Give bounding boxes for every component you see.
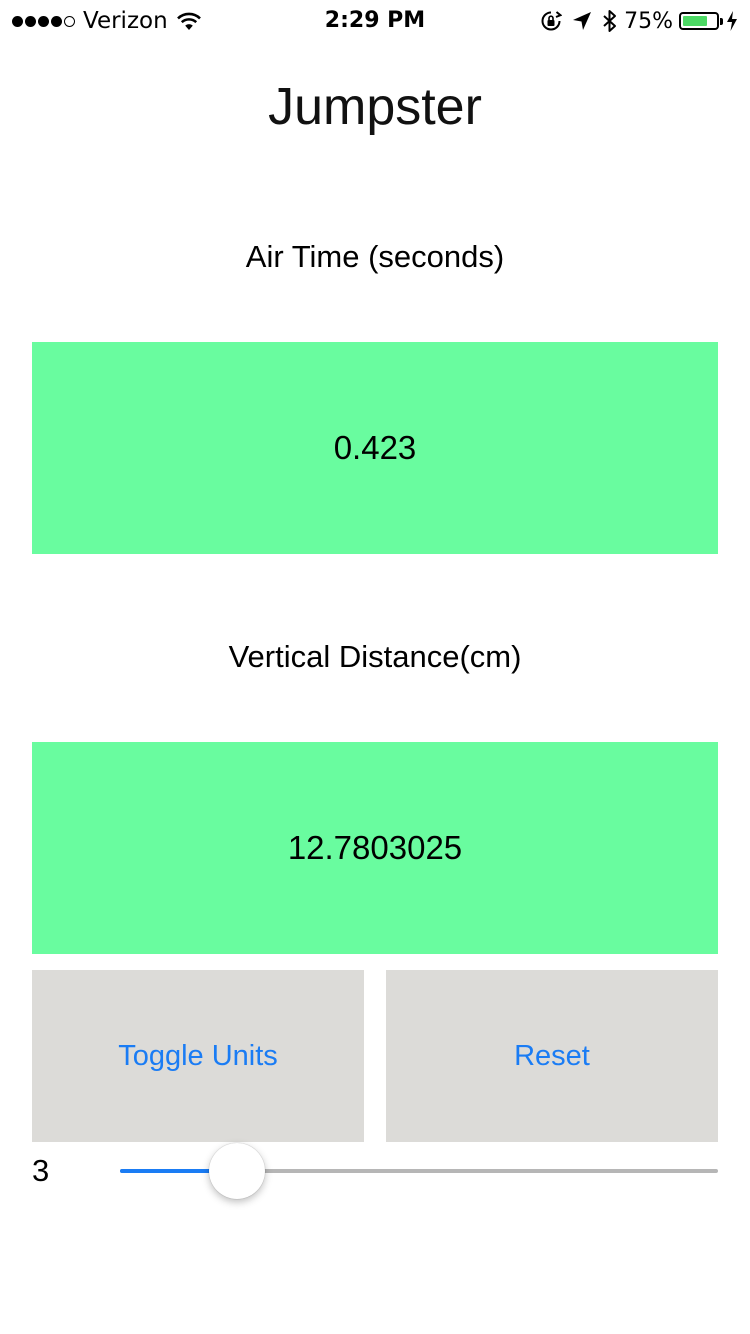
air-time-label: Air Time (seconds)	[245, 239, 505, 274]
air-time-value-box: 0.423	[32, 342, 718, 554]
reset-button-label: Reset	[514, 1039, 590, 1072]
reset-button[interactable]: Reset	[386, 970, 718, 1142]
sensitivity-slider[interactable]	[120, 1140, 718, 1202]
vertical-distance-value: 12.7803025	[287, 829, 463, 866]
toggle-units-button[interactable]: Toggle Units	[32, 970, 364, 1142]
slider-value-label: 3	[32, 1153, 50, 1188]
location-arrow-icon	[573, 12, 592, 30]
bluetooth-icon	[603, 10, 617, 32]
toggle-units-button-label: Toggle Units	[118, 1039, 278, 1072]
battery-icon	[679, 12, 719, 30]
air-time-value: 0.423	[333, 429, 417, 466]
battery-percentage: 75%	[624, 8, 673, 34]
battery-level-fill	[683, 16, 707, 26]
app-screen: Verizon 2:29 PM 75% Jumpster Air Time (s…	[0, 0, 750, 1334]
status-bar: Verizon 2:29 PM 75%	[0, 0, 750, 40]
orientation-lock-icon	[541, 11, 563, 31]
slider-thumb[interactable]	[208, 1143, 265, 1199]
vertical-distance-value-box: 12.7803025	[32, 742, 718, 954]
status-bar-right: 75%	[540, 6, 738, 36]
vertical-distance-label: Vertical Distance(cm)	[228, 639, 522, 674]
charging-bolt-icon	[727, 11, 737, 31]
app-title: Jumpster	[268, 78, 482, 136]
battery-cap	[720, 17, 723, 25]
